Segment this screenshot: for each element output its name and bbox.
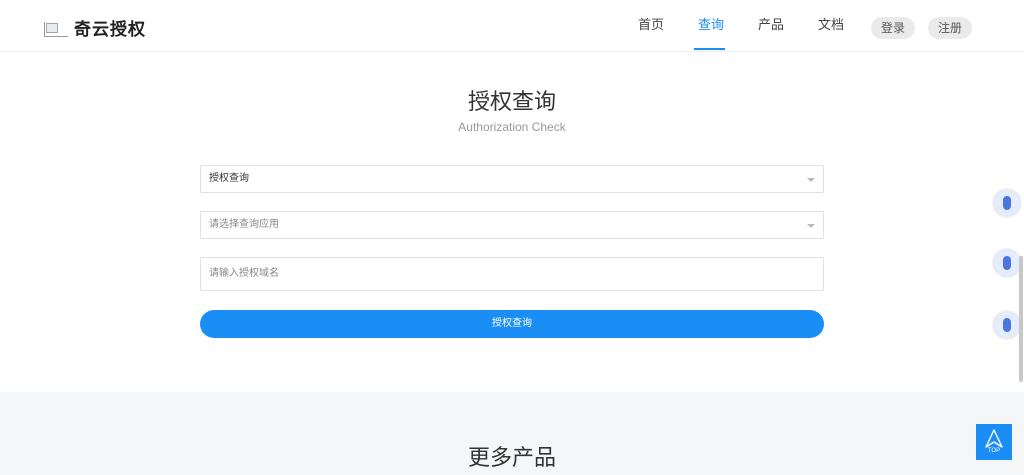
query-type-select[interactable]: 授权查询 [200,165,824,193]
nav-item-query[interactable]: 查询 [698,0,724,52]
domain-input[interactable]: 请输入授权域名 [200,257,824,291]
site-header: 奇云授权 首页 查询 产品 文档 登录 注册 [0,0,1024,52]
chevron-down-icon [807,178,815,182]
arrow-up-icon [985,429,1003,448]
chevron-down-icon [807,224,815,228]
back-to-top-button[interactable]: TOP [976,424,1012,460]
query-submit-button[interactable]: 授权查询 [200,310,824,338]
app-select[interactable]: 请选择查询应用 [200,211,824,239]
page-subtitle: Authorization Check [458,120,566,134]
mouse-icon[interactable] [994,190,1020,216]
app-select-placeholder: 请选择查询应用 [209,219,279,230]
login-button[interactable]: 登录 [871,17,915,39]
nav-item-products[interactable]: 产品 [758,0,784,52]
mouse-icon[interactable] [994,312,1020,338]
register-button[interactable]: 注册 [928,17,972,39]
nav-item-docs[interactable]: 文档 [818,0,844,52]
query-type-value: 授权查询 [209,173,249,184]
domain-input-placeholder: 请输入授权域名 [209,268,279,279]
more-products-title: 更多产品 [467,446,556,471]
back-to-top-label: TOP [987,448,1001,454]
broken-image-icon[interactable] [44,22,68,37]
scrollbar-thumb[interactable] [1019,256,1023,382]
mouse-icon[interactable] [994,250,1020,276]
nav-active-indicator [694,48,725,50]
page-title: 授权查询 [467,90,556,115]
nav-item-home[interactable]: 首页 [638,0,664,52]
brand-name[interactable]: 奇云授权 [74,15,146,40]
